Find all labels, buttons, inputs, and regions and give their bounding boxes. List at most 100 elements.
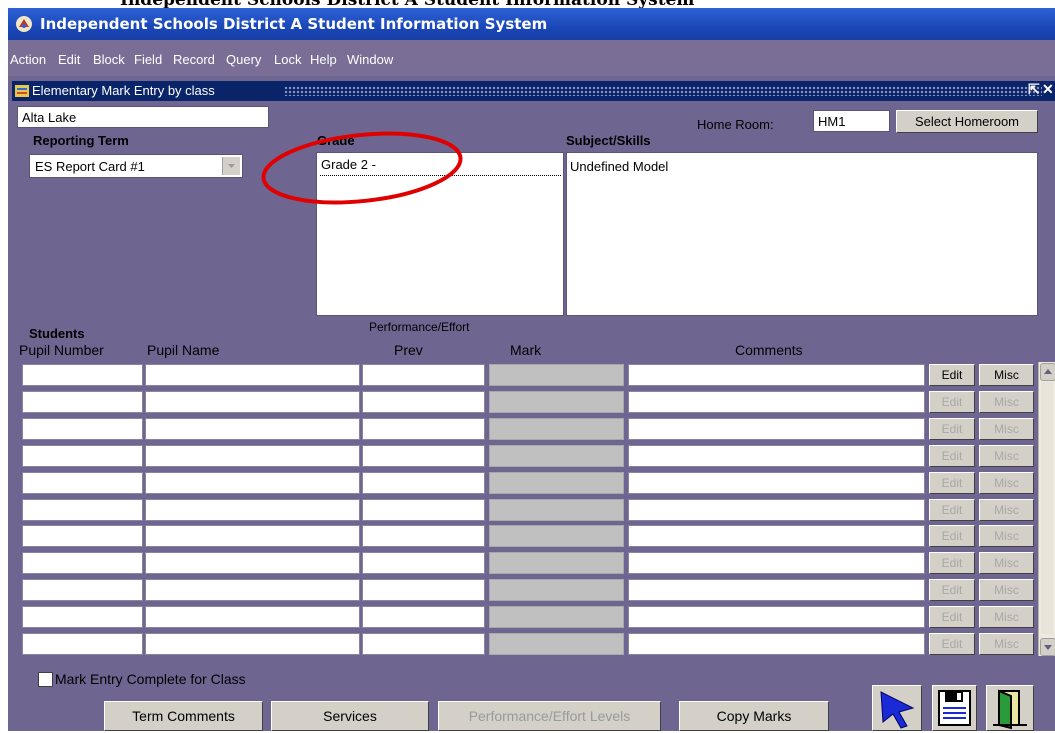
subject-list-item[interactable]: Undefined Model <box>570 159 668 174</box>
mark-cell[interactable] <box>489 364 624 386</box>
prev-cell[interactable] <box>362 444 485 467</box>
term-comments-button[interactable]: Term Comments <box>104 701 263 731</box>
copy-marks-button[interactable]: Copy Marks <box>679 701 829 731</box>
pupil-name-cell[interactable] <box>145 364 360 386</box>
prev-cell[interactable] <box>362 471 485 494</box>
misc-button[interactable]: Misc <box>979 579 1034 602</box>
grid-scrollbar[interactable] <box>1038 362 1055 656</box>
prev-cell[interactable] <box>362 364 485 386</box>
pupil-name-cell[interactable] <box>145 633 360 655</box>
performance-effort-levels-button[interactable]: Performance/Effort Levels <box>438 701 661 731</box>
pupil-name-cell[interactable] <box>145 417 360 440</box>
pupil-number-cell[interactable] <box>22 364 143 386</box>
select-homeroom-button[interactable]: Select Homeroom <box>896 110 1038 133</box>
menu-record[interactable]: Record <box>173 52 215 67</box>
mark-cell[interactable] <box>489 471 624 494</box>
pupil-number-cell[interactable] <box>22 471 143 494</box>
pupil-number-cell[interactable] <box>22 579 143 602</box>
pupil-number-cell[interactable] <box>22 552 143 575</box>
edit-button[interactable]: Edit <box>929 498 975 521</box>
edit-button[interactable]: Edit <box>929 364 975 386</box>
comments-cell[interactable] <box>628 579 925 602</box>
save-button[interactable] <box>932 685 977 731</box>
comments-cell[interactable] <box>628 390 925 413</box>
pupil-name-cell[interactable] <box>145 498 360 521</box>
dropdown-button[interactable] <box>222 157 240 175</box>
scroll-down-button[interactable] <box>1040 638 1055 656</box>
menu-window[interactable]: Window <box>347 52 393 67</box>
comments-cell[interactable] <box>628 498 925 521</box>
comments-cell[interactable] <box>628 364 925 386</box>
mark-cell[interactable] <box>489 390 624 413</box>
pupil-number-cell[interactable] <box>22 525 143 548</box>
pupil-name-cell[interactable] <box>145 471 360 494</box>
scroll-thumb[interactable] <box>1041 382 1053 634</box>
mark-cell[interactable] <box>489 525 624 548</box>
mark-cell[interactable] <box>489 417 624 440</box>
reporting-term-select[interactable]: ES Report Card #1 <box>29 154 243 178</box>
comments-cell[interactable] <box>628 444 925 467</box>
prev-cell[interactable] <box>362 579 485 602</box>
comments-cell[interactable] <box>628 525 925 548</box>
pupil-name-cell[interactable] <box>145 606 360 629</box>
services-button[interactable]: Services <box>271 701 429 731</box>
menu-block[interactable]: Block <box>93 52 125 67</box>
menu-action[interactable]: Action <box>10 52 46 67</box>
misc-button[interactable]: Misc <box>979 606 1034 629</box>
misc-button[interactable]: Misc <box>979 471 1034 494</box>
menu-query[interactable]: Query <box>226 52 261 67</box>
comments-cell[interactable] <box>628 606 925 629</box>
edit-button[interactable]: Edit <box>929 471 975 494</box>
edit-button[interactable]: Edit <box>929 579 975 602</box>
pupil-number-cell[interactable] <box>22 633 143 655</box>
prev-cell[interactable] <box>362 417 485 440</box>
prev-cell[interactable] <box>362 525 485 548</box>
misc-button[interactable]: Misc <box>979 525 1034 548</box>
pupil-number-cell[interactable] <box>22 606 143 629</box>
misc-button[interactable]: Misc <box>979 390 1034 413</box>
restore-icon[interactable]: ⇱ <box>1028 81 1040 98</box>
comments-cell[interactable] <box>628 552 925 575</box>
close-icon[interactable]: ✕ <box>1042 81 1054 98</box>
comments-cell[interactable] <box>628 471 925 494</box>
pupil-name-cell[interactable] <box>145 552 360 575</box>
prev-cell[interactable] <box>362 498 485 521</box>
misc-button[interactable]: Misc <box>979 633 1034 655</box>
pupil-number-cell[interactable] <box>22 390 143 413</box>
homeroom-field[interactable]: HM1 <box>813 110 890 132</box>
pupil-number-cell[interactable] <box>22 444 143 467</box>
mark-complete-checkbox[interactable] <box>38 672 53 687</box>
pupil-name-cell[interactable] <box>145 525 360 548</box>
menu-edit[interactable]: Edit <box>58 52 80 67</box>
prev-cell[interactable] <box>362 633 485 655</box>
comments-cell[interactable] <box>628 417 925 440</box>
edit-button[interactable]: Edit <box>929 552 975 575</box>
mark-cell[interactable] <box>489 606 624 629</box>
exit-button[interactable] <box>986 685 1034 731</box>
pupil-number-cell[interactable] <box>22 498 143 521</box>
school-field[interactable]: Alta Lake <box>17 106 269 128</box>
edit-button[interactable]: Edit <box>929 417 975 440</box>
edit-button[interactable]: Edit <box>929 525 975 548</box>
edit-button[interactable]: Edit <box>929 390 975 413</box>
prev-cell[interactable] <box>362 390 485 413</box>
mark-cell[interactable] <box>489 444 624 467</box>
mark-cell[interactable] <box>489 498 624 521</box>
subject-list[interactable]: Undefined Model <box>566 152 1038 316</box>
misc-button[interactable]: Misc <box>979 417 1034 440</box>
misc-button[interactable]: Misc <box>979 498 1034 521</box>
pupil-name-cell[interactable] <box>145 579 360 602</box>
pupil-number-cell[interactable] <box>22 417 143 440</box>
menu-field[interactable]: Field <box>134 52 162 67</box>
edit-button[interactable]: Edit <box>929 633 975 655</box>
edit-button[interactable]: Edit <box>929 444 975 467</box>
select-arrow-button[interactable] <box>872 685 922 731</box>
mark-cell[interactable] <box>489 633 624 655</box>
scroll-up-button[interactable] <box>1040 363 1055 381</box>
pupil-name-cell[interactable] <box>145 444 360 467</box>
comments-cell[interactable] <box>628 633 925 655</box>
mark-cell[interactable] <box>489 579 624 602</box>
pupil-name-cell[interactable] <box>145 390 360 413</box>
prev-cell[interactable] <box>362 552 485 575</box>
misc-button[interactable]: Misc <box>979 444 1034 467</box>
